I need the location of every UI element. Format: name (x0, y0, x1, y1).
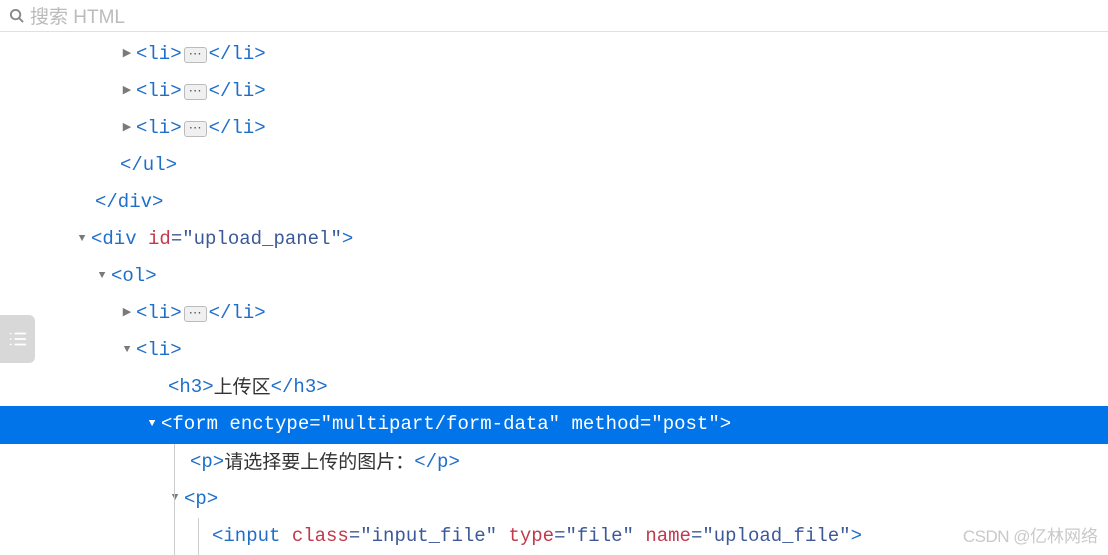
tree-node-ol[interactable]: <ol> (0, 258, 1108, 295)
chevron-right-icon[interactable] (120, 81, 134, 102)
tree-node-h3[interactable]: <h3>上传区</h3> (0, 369, 1108, 406)
tree-node-div-close[interactable]: </div> (0, 184, 1108, 221)
ellipsis-icon[interactable]: ⋯ (184, 47, 207, 63)
chevron-down-icon[interactable] (145, 414, 159, 435)
chevron-right-icon[interactable] (120, 44, 134, 65)
tree-node-li[interactable]: <li>⋯</li> (0, 295, 1108, 332)
chevron-right-icon[interactable] (120, 118, 134, 139)
chevron-right-icon[interactable] (120, 303, 134, 324)
tree-node-input[interactable]: <input class="input_file" type="file" na… (0, 518, 1108, 555)
chevron-down-icon[interactable] (95, 266, 109, 287)
tree-node-upload-panel[interactable]: <div id="upload_panel"> (0, 221, 1108, 258)
tree-node-form-selected[interactable]: <form enctype="multipart/form-data" meth… (0, 406, 1108, 443)
chevron-down-icon[interactable] (120, 340, 134, 361)
search-bar[interactable]: 搜索 HTML (0, 0, 1108, 32)
tree-node-li[interactable]: <li>⋯</li> (0, 36, 1108, 73)
watermark: CSDN @亿林网络 (963, 522, 1098, 547)
tree-node-p[interactable]: <p>请选择要上传的图片：</p> (0, 444, 1108, 481)
ellipsis-icon[interactable]: ⋯ (184, 306, 207, 322)
search-icon (8, 8, 24, 24)
tree-node-ul-close[interactable]: </ul> (0, 147, 1108, 184)
ellipsis-icon[interactable]: ⋯ (184, 121, 207, 137)
side-tab-outline[interactable] (0, 315, 35, 363)
dom-tree: <li>⋯</li> <li>⋯</li> <li>⋯</li> </ul> <… (0, 32, 1108, 555)
chevron-down-icon[interactable] (75, 229, 89, 250)
chevron-down-icon[interactable] (168, 488, 182, 509)
tree-node-p[interactable]: <p> (0, 481, 1108, 518)
search-placeholder: 搜索 HTML (30, 2, 125, 29)
tree-node-li[interactable]: <li>⋯</li> (0, 110, 1108, 147)
tree-node-li[interactable]: <li> (0, 332, 1108, 369)
tree-node-li[interactable]: <li>⋯</li> (0, 73, 1108, 110)
ellipsis-icon[interactable]: ⋯ (184, 84, 207, 100)
